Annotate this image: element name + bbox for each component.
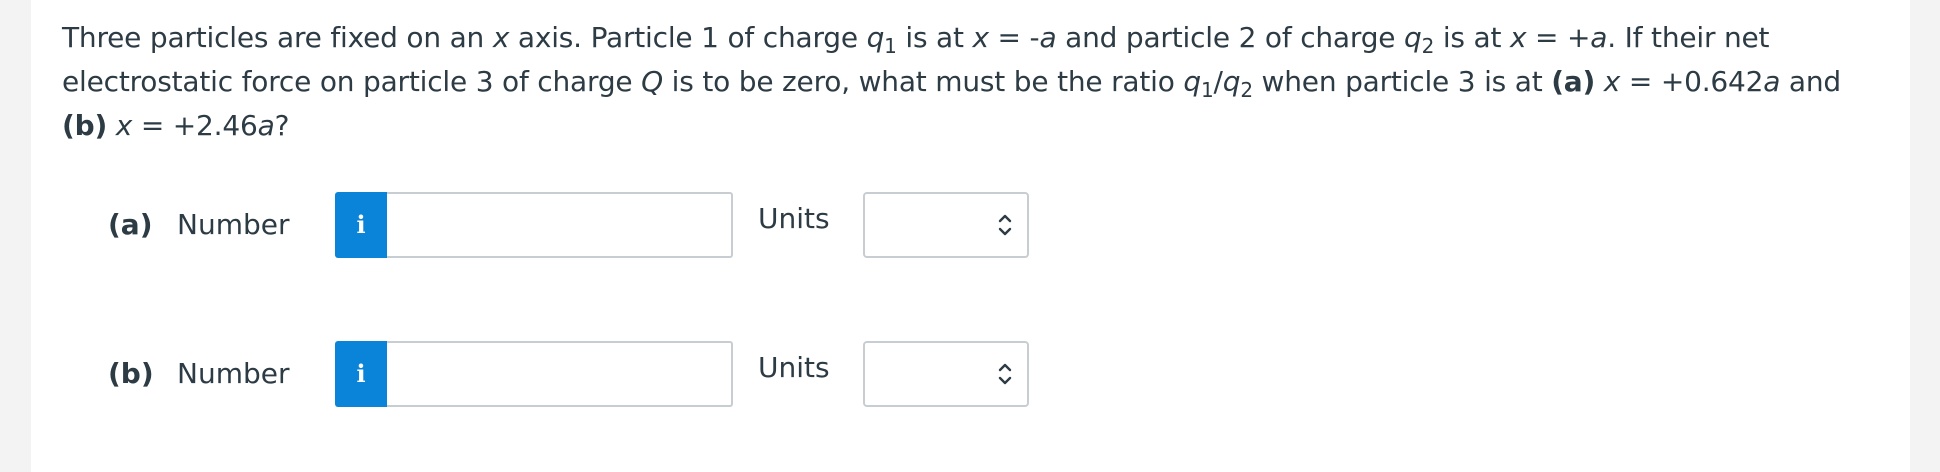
chevron-updown-icon [998,214,1012,236]
units-select-b[interactable] [863,341,1029,407]
info-icon[interactable]: i [335,341,387,407]
info-icon[interactable]: i [335,192,387,258]
units-label-a: Units [758,202,830,235]
number-label-a: Number [177,208,290,241]
answer-row-b: (b) Number i Units [77,341,1037,407]
units-label-b: Units [758,351,830,384]
number-label-b: Number [177,357,290,390]
number-input-a[interactable] [387,192,733,258]
question-card: Three particles are fixed on an x axis. … [31,0,1910,472]
answer-row-a: (a) Number i Units [77,192,1037,258]
question-text: Three particles are fixed on an x axis. … [62,21,1841,142]
number-input-b[interactable] [387,341,733,407]
part-label-b: (b) [108,357,154,390]
units-select-a[interactable] [863,192,1029,258]
chevron-updown-icon [998,363,1012,385]
part-label-a: (a) [108,208,153,241]
